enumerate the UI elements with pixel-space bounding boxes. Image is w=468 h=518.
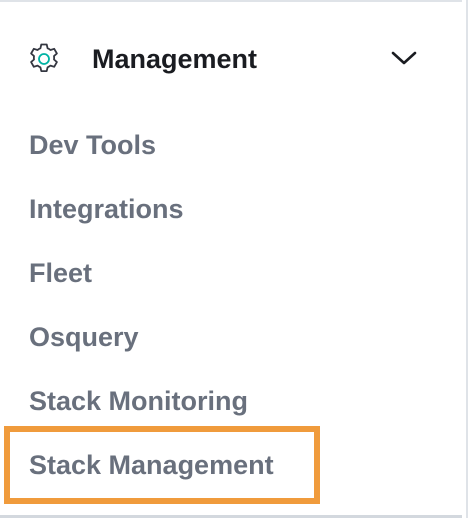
top-divider <box>0 0 462 2</box>
management-section-header[interactable]: Management <box>0 28 462 90</box>
nav-item-integrations[interactable]: Integrations <box>0 178 462 242</box>
gear-icon <box>30 43 58 72</box>
management-nav-list: Dev Tools Integrations Fleet Osquery Sta… <box>0 114 462 498</box>
nav-item-label: Stack Monitoring <box>29 386 249 416</box>
nav-item-fleet[interactable]: Fleet <box>0 242 462 306</box>
nav-item-label: Osquery <box>29 322 139 352</box>
nav-item-label: Stack Management <box>29 450 274 480</box>
nav-item-dev-tools[interactable]: Dev Tools <box>0 114 462 178</box>
chevron-down-icon[interactable] <box>390 46 418 70</box>
nav-item-label: Dev Tools <box>29 130 157 160</box>
section-title: Management <box>92 44 258 74</box>
nav-item-label: Fleet <box>29 258 93 288</box>
nav-item-label: Integrations <box>29 194 184 224</box>
nav-item-stack-management[interactable]: Stack Management <box>0 434 462 498</box>
nav-item-osquery[interactable]: Osquery <box>0 306 462 370</box>
nav-item-stack-monitoring[interactable]: Stack Monitoring <box>0 370 462 434</box>
